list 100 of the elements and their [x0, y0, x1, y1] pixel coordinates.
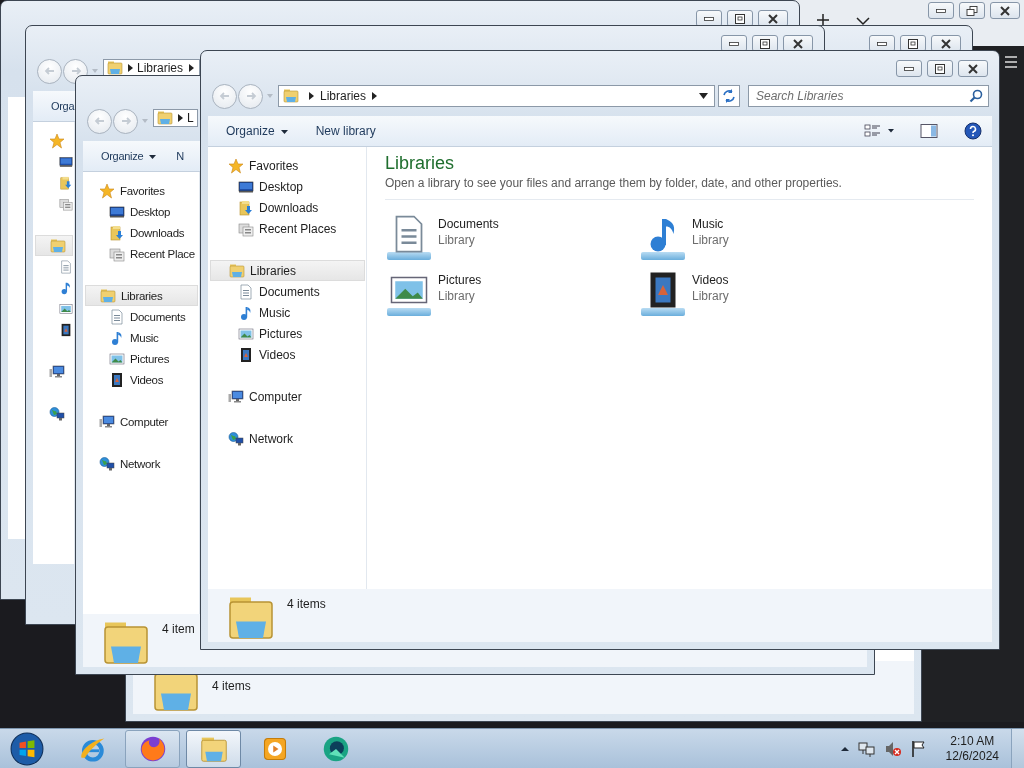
tree-row[interactable]: Pictures [85, 348, 198, 369]
search-icon[interactable] [969, 89, 983, 103]
tree-row[interactable]: Computer [85, 411, 198, 432]
library-item[interactable]: Documents Library [385, 214, 639, 262]
minimize-icon [704, 16, 714, 21]
refresh-button[interactable] [718, 85, 740, 107]
tree-row[interactable]: Downloads [210, 197, 365, 218]
tree-row[interactable]: Recent Place [85, 243, 198, 264]
minimize-icon [936, 8, 946, 13]
recent-places-icon [109, 245, 125, 262]
menu-button[interactable]: Organize [218, 120, 296, 142]
toolbar-button[interactable]: N [168, 146, 184, 166]
maximize-icon [735, 13, 745, 24]
tree-row[interactable]: Downloads [85, 222, 198, 243]
picture-icon [238, 325, 254, 342]
folder-download-icon [109, 224, 125, 241]
tree-row[interactable]: Music [210, 302, 365, 323]
tree-row[interactable]: Favorites [85, 180, 198, 201]
start-orb-icon [10, 731, 44, 766]
minimize-button[interactable] [928, 2, 954, 19]
tree-row[interactable]: Recent Places [210, 218, 365, 239]
arrow-left-icon [218, 90, 231, 102]
tree-row[interactable]: Desktop [85, 201, 198, 222]
tree-row[interactable]: Computer [210, 386, 365, 407]
caret-icon [149, 154, 157, 159]
selected-row[interactable]: Libraries [85, 285, 198, 306]
address-bar[interactable]: L [153, 109, 198, 127]
folder-icon [107, 60, 123, 76]
view-list-icon [864, 123, 894, 139]
toolbar-button[interactable]: Orga [43, 96, 75, 116]
library-item[interactable]: Pictures Library [385, 270, 639, 318]
monitor-icon [109, 203, 125, 220]
new-tab-icon[interactable] [816, 13, 830, 27]
tree-row[interactable]: Videos [85, 369, 198, 390]
close-icon [768, 13, 778, 24]
minimize-icon [729, 41, 739, 46]
pedestal-icon [641, 308, 685, 316]
network-icon [228, 430, 244, 447]
browser-icon [138, 734, 167, 763]
film-icon [109, 371, 125, 388]
library-item[interactable]: Videos Library [639, 270, 893, 318]
tree-row[interactable]: Music [85, 327, 198, 348]
tree-row[interactable]: Videos [210, 344, 365, 365]
network-icon [99, 455, 115, 472]
close-icon [1000, 5, 1010, 16]
restore-icon [966, 5, 978, 16]
chevron-right-icon[interactable] [189, 64, 195, 72]
minimize-button[interactable] [896, 60, 922, 77]
recent-places-icon [238, 220, 254, 237]
network-icon[interactable] [857, 739, 876, 758]
menu-button[interactable]: Organize [93, 146, 157, 166]
selected-row[interactable]: Libraries [210, 260, 365, 281]
chevron-right-icon[interactable] [309, 92, 314, 100]
restore-button[interactable] [959, 2, 985, 19]
tree-row[interactable]: Network [85, 453, 198, 474]
star-icon [228, 157, 244, 174]
close-button[interactable] [958, 60, 988, 77]
folder-icon [283, 88, 299, 104]
tree-row[interactable]: Network [210, 428, 365, 449]
close-icon [793, 38, 803, 49]
arrow-right-icon [119, 115, 132, 127]
library-item[interactable]: Music Library [639, 214, 893, 262]
flag-icon[interactable] [909, 739, 926, 758]
film-icon [59, 321, 73, 338]
toolbar-button[interactable]: New library [307, 120, 384, 142]
folder-icon [157, 110, 173, 126]
chevron-down-icon[interactable] [856, 16, 870, 26]
show-hidden-icons-icon[interactable] [839, 744, 850, 753]
network-icon [49, 405, 65, 422]
computer-icon [99, 413, 115, 430]
tree-row[interactable]: Documents [210, 281, 365, 302]
chevron-right-icon[interactable] [128, 64, 133, 72]
clock[interactable]: 2:10 AM 12/6/2024 [941, 733, 1003, 764]
address-bar[interactable]: Libraries [278, 85, 715, 107]
breadcrumb[interactable]: Libraries [320, 89, 371, 103]
maximize-button[interactable] [927, 60, 953, 77]
minimize-icon [904, 66, 914, 71]
computer-icon [228, 388, 244, 405]
close-button[interactable] [990, 2, 1020, 19]
taskbar-button[interactable] [125, 729, 180, 768]
maximize-icon [760, 38, 770, 49]
tree-row[interactable]: Pictures [210, 323, 365, 344]
document-icon [238, 283, 254, 300]
minimize-icon [877, 41, 887, 46]
pedestal-icon [387, 308, 431, 316]
star-icon [49, 132, 65, 149]
tree-row[interactable]: Desktop [210, 176, 365, 197]
menu-icon[interactable] [1004, 56, 1018, 68]
folder-download-icon [59, 174, 73, 191]
taskbar-button[interactable] [186, 729, 241, 768]
close-icon [941, 38, 951, 49]
app-icon [321, 734, 350, 763]
search-field[interactable]: Search Libraries [748, 85, 989, 107]
chevron-right-icon[interactable] [178, 114, 183, 122]
chevron-right-icon[interactable] [372, 92, 378, 100]
tree-row[interactable]: Favorites [210, 155, 365, 176]
dropdown-arrow-icon[interactable] [699, 93, 708, 99]
tree-row[interactable]: Documents [85, 306, 198, 327]
breadcrumb[interactable]: Libraries [137, 61, 188, 75]
breadcrumb[interactable]: L [187, 111, 197, 125]
